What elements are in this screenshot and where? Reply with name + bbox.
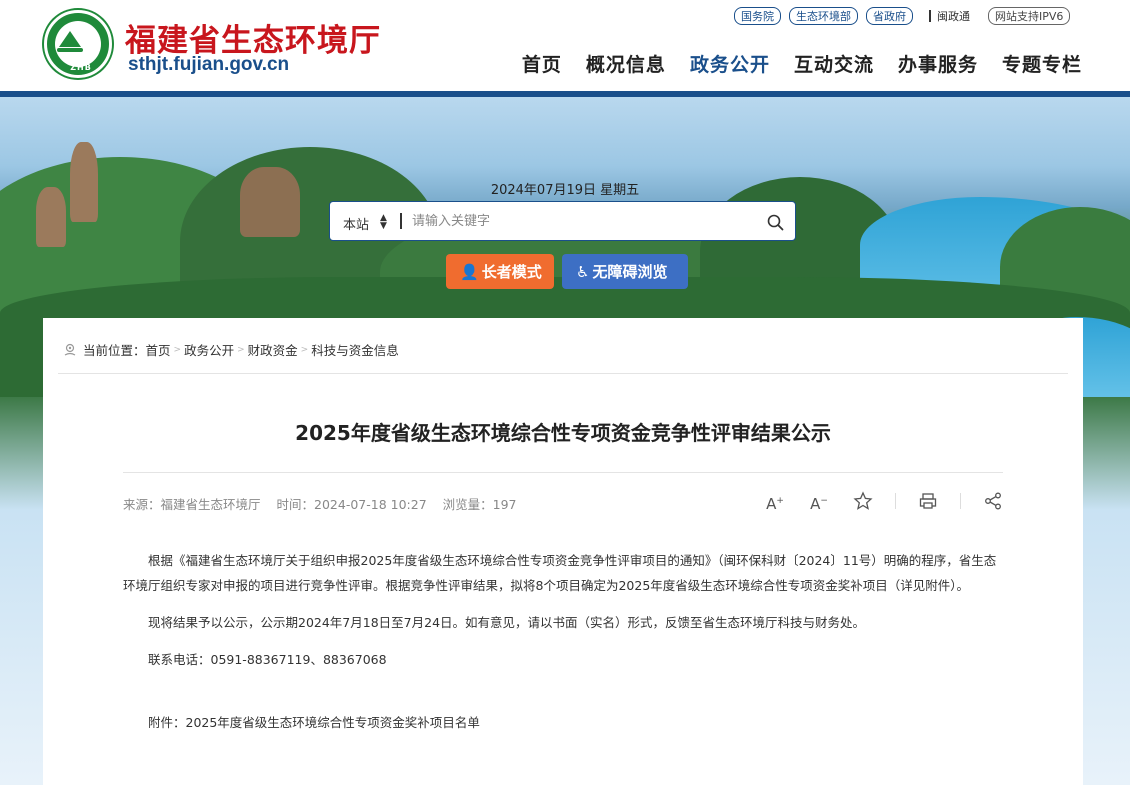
search-bar: 本站 ▲ ▼	[329, 201, 796, 241]
elder-mode-label: 长者模式	[481, 263, 542, 281]
top-links: 国务院 生态环境部 省政府 闽政通 网站支持IPV6	[734, 7, 1078, 25]
contact-phone: 联系电话：0591-88367119、88367068	[148, 652, 387, 667]
breadcrumb-finance[interactable]: 财政资金	[248, 340, 298, 359]
breadcrumb-home[interactable]: 首页	[146, 340, 171, 359]
print-icon[interactable]	[918, 491, 938, 511]
article-title: 2025年度省级生态环境综合性专项资金竞争性评审结果公示	[295, 421, 831, 445]
site-header: ZHB 福建省生态环境厅 sthjt.fujian.gov.cn 国务院 生态环…	[0, 0, 1130, 92]
current-date: 2024年07月19日 星期五	[490, 183, 640, 198]
divider	[123, 472, 1003, 473]
accessible-label: 无障碍浏览	[592, 263, 668, 281]
link-minzhengtong[interactable]: 闽政通	[937, 8, 970, 24]
link-province-gov[interactable]: 省政府	[866, 7, 913, 25]
chevron-right-icon: >	[173, 344, 182, 355]
divider	[929, 10, 931, 22]
location-pin-icon	[64, 343, 76, 356]
nav-interaction[interactable]: 互动交流	[794, 50, 874, 77]
chevron-right-icon: >	[237, 344, 245, 355]
breadcrumb-current[interactable]: 科技与资金信息	[311, 340, 399, 359]
search-scope-select[interactable]: 本站	[343, 214, 369, 233]
site-domain: sthjt.fujian.gov.cn	[128, 54, 290, 75]
chevron-right-icon: >	[300, 344, 309, 355]
nav-special-topics[interactable]: 专题专栏	[1002, 50, 1082, 77]
breadcrumb-label: 当前位置：	[83, 343, 146, 358]
attachment-link[interactable]: 附件：2025年度省级生态环境综合性专项资金奖补项目名单	[123, 710, 1003, 735]
banner-rock	[240, 167, 300, 237]
article-card: 当前位置： 首页 > 政务公开 > 财政资金 > 科技与资金信息 2025年度省…	[43, 318, 1083, 785]
logo-text: ZHB	[70, 63, 92, 72]
nav-overview[interactable]: 概况信息	[586, 50, 666, 77]
nav-services[interactable]: 办事服务	[898, 50, 978, 77]
wheelchair-icon: ♿	[576, 262, 590, 281]
accessible-browse-button[interactable]: ♿ 无障碍浏览	[562, 254, 688, 289]
article-body: 根据《福建省生态环境厅关于组织申报2025年度省级生态环境综合性专项资金竞争性评…	[123, 548, 1003, 747]
logo-mountain-icon	[59, 31, 81, 47]
ipv6-badge: 网站支持IPV6	[988, 7, 1071, 25]
main-nav: 首页 概况信息 政务公开 互动交流 办事服务 专题专栏	[498, 50, 1082, 77]
link-state-council[interactable]: 国务院	[734, 7, 781, 25]
divider	[960, 493, 961, 509]
logo-wave-icon	[57, 48, 83, 52]
elder-icon: 👤	[460, 262, 479, 281]
article-paragraph: 根据《福建省生态环境厅关于组织申报2025年度省级生态环境综合性专项资金竞争性评…	[123, 553, 997, 593]
nav-gov-affairs[interactable]: 政务公开	[690, 50, 770, 77]
site-logo[interactable]: ZHB	[44, 10, 112, 78]
elder-mode-button[interactable]: 👤 长者模式	[446, 254, 554, 289]
article-tools: A+ A−	[741, 491, 1003, 513]
divider	[895, 493, 896, 509]
article-time: 时间：2024-07-18 10:27	[276, 497, 427, 512]
article-views: 浏览量：197	[442, 497, 517, 512]
breadcrumb: 当前位置： 首页 > 政务公开 > 财政资金 > 科技与资金信息	[63, 340, 399, 359]
link-ministry[interactable]: 生态环境部	[789, 7, 858, 25]
divider	[58, 373, 1068, 374]
article-paragraph: 现将结果予以公示，公示期2024年7月18日至7月24日。如有意见，请以书面（实…	[148, 615, 866, 630]
search-input[interactable]	[412, 210, 752, 232]
favorite-star-icon[interactable]	[853, 491, 873, 511]
search-icon[interactable]	[767, 214, 784, 231]
font-decrease-icon[interactable]: A−	[809, 491, 829, 513]
divider	[400, 213, 402, 229]
article-source: 来源：福建省生态环境厅	[123, 497, 261, 512]
nav-home[interactable]: 首页	[522, 50, 562, 77]
share-icon[interactable]	[983, 491, 1003, 511]
breadcrumb-gov-affairs[interactable]: 政务公开	[184, 340, 234, 359]
article-meta: 来源：福建省生态环境厅 时间：2024-07-18 10:27 浏览量：197	[123, 494, 533, 513]
sort-arrows-icon[interactable]: ▲ ▼	[380, 214, 387, 231]
font-increase-icon[interactable]: A+	[765, 491, 785, 513]
